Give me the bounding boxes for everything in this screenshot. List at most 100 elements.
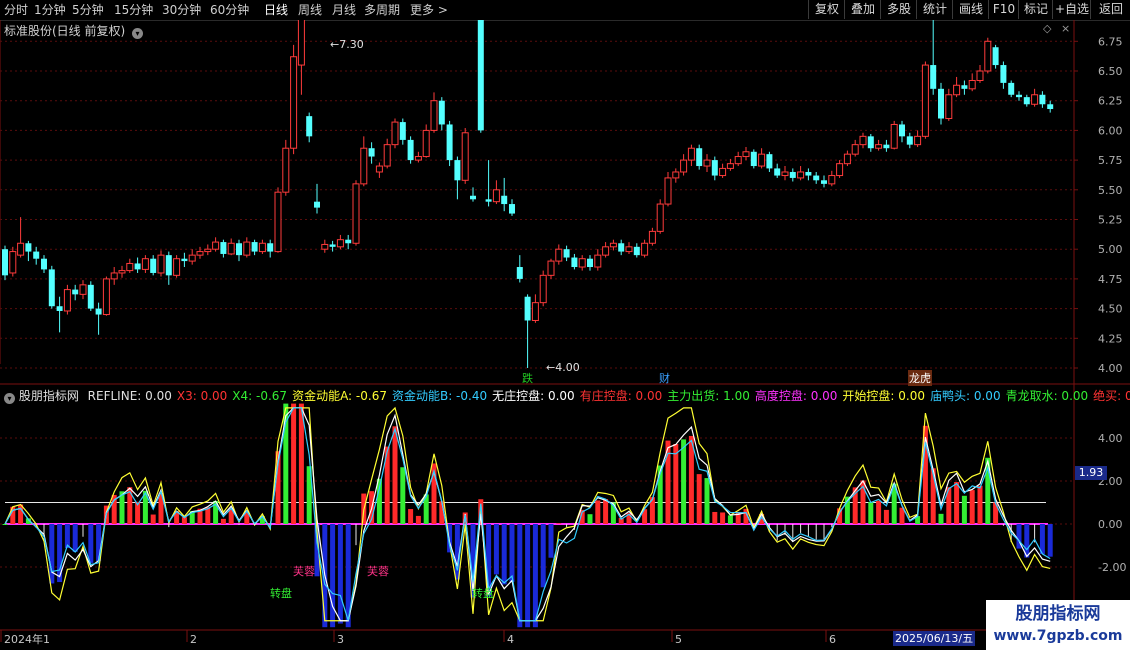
candle-body xyxy=(399,122,406,140)
candle-body xyxy=(758,153,766,167)
candle-body xyxy=(875,144,883,149)
candle-body xyxy=(306,116,313,137)
candle-body xyxy=(87,284,94,309)
histogram-bar xyxy=(88,524,94,563)
period-tab[interactable]: 周线 xyxy=(298,1,322,19)
candle-body xyxy=(696,148,703,167)
candle-body xyxy=(664,177,672,205)
toolbar-button[interactable]: 多股 xyxy=(880,0,917,19)
toolbar-button[interactable]: 画线 xyxy=(952,0,989,19)
histogram-bar xyxy=(823,524,825,541)
candle-body xyxy=(703,159,711,167)
candle-body xyxy=(227,242,235,255)
candle-body xyxy=(734,156,742,165)
period-tab[interactable]: 30分钟 xyxy=(162,1,201,19)
candle-body xyxy=(501,195,508,205)
legend-item: REFLINE: 0.00 xyxy=(87,389,172,403)
candle-body xyxy=(938,88,944,119)
candle-body xyxy=(1031,94,1039,105)
candle-body xyxy=(95,308,102,315)
period-tab[interactable]: 月线 xyxy=(332,1,356,19)
candle-body xyxy=(883,144,890,149)
candle-body xyxy=(859,135,867,146)
histogram-bar xyxy=(525,524,531,628)
candle-body xyxy=(516,267,523,279)
candle-body xyxy=(258,242,266,253)
period-tab[interactable]: 15分钟 xyxy=(114,1,153,19)
candle-body xyxy=(282,147,290,193)
candle-body xyxy=(391,121,399,146)
period-tab[interactable]: 多周期 xyxy=(364,1,400,19)
histogram-bar xyxy=(238,524,240,525)
candle-body xyxy=(102,278,110,316)
candle-body xyxy=(345,239,352,244)
histogram-bar xyxy=(57,524,63,583)
period-tab[interactable]: 5分钟 xyxy=(72,1,104,19)
candle-body xyxy=(220,242,227,254)
histogram-bar xyxy=(595,500,601,524)
toolbar-button[interactable]: 叠加 xyxy=(844,0,881,19)
collapse-icon[interactable]: ◇ xyxy=(1043,22,1051,35)
candle-body xyxy=(789,171,796,178)
price-tick-label: 5.50 xyxy=(1098,184,1123,197)
legend-item: 高度控盘: 0.00 xyxy=(754,389,838,403)
histogram-bar xyxy=(776,524,778,541)
close-icon[interactable]: × xyxy=(1061,22,1070,35)
candle-body xyxy=(492,189,500,203)
price-tick-label: 4.75 xyxy=(1098,273,1123,286)
candle-body xyxy=(360,147,368,185)
legend-item: 青龙取水: 0.00 xyxy=(1005,389,1089,403)
histogram-bar xyxy=(540,524,546,588)
chart-title-row: 标准股份(日线 前复权) ▾ xyxy=(4,22,144,39)
low-price-value: 4.00 xyxy=(555,361,580,374)
period-tab[interactable]: 60分钟 xyxy=(210,1,249,19)
toolbar-button[interactable]: 统计 xyxy=(916,0,953,19)
histogram-bar xyxy=(603,499,609,524)
candle-body xyxy=(618,243,625,252)
event-marker-finance[interactable]: 财 xyxy=(659,370,670,386)
candle-body xyxy=(781,171,789,177)
candle-body xyxy=(672,171,680,179)
candle-body xyxy=(454,160,461,181)
histogram-bar xyxy=(1047,524,1053,557)
period-tab[interactable]: 更多 > xyxy=(410,1,448,19)
time-label: 5 xyxy=(675,633,682,646)
histogram-bar xyxy=(355,524,357,546)
period-tab[interactable]: 1分钟 xyxy=(34,1,66,19)
histogram-bar xyxy=(681,439,687,524)
candle-body xyxy=(641,242,649,256)
toolbar-button[interactable]: 标记 xyxy=(1018,0,1053,19)
price-tick-label: 5.75 xyxy=(1098,154,1123,167)
toolbar-button[interactable]: 返回 xyxy=(1090,0,1130,19)
candle-body xyxy=(961,85,968,89)
candle-body xyxy=(797,171,805,179)
candle-body xyxy=(843,153,851,165)
toolbar-button[interactable]: 复权 xyxy=(808,0,845,19)
event-marker-dragon-tiger[interactable]: 龙虎 xyxy=(908,370,932,386)
toolbar-button[interactable]: +自选 xyxy=(1052,0,1091,19)
candle-body xyxy=(687,147,695,161)
indicator-histogram xyxy=(2,403,1053,628)
candle-body xyxy=(2,249,8,276)
candle-body xyxy=(547,260,555,276)
toolbar-button[interactable]: F10 xyxy=(988,0,1019,19)
time-label: 6 xyxy=(829,633,836,646)
period-tab[interactable]: 分时 xyxy=(4,1,28,19)
indicator-tick-label: 0.00 xyxy=(1098,518,1123,531)
histogram-bar xyxy=(150,514,156,524)
candle-body xyxy=(314,201,320,208)
chevron-down-icon[interactable]: ▾ xyxy=(4,393,15,404)
low-price-label: ←4.00 xyxy=(546,361,580,374)
signal-label: 芙蓉 xyxy=(293,565,315,578)
legend-item: 开始控盘: 0.00 xyxy=(842,389,925,403)
price-tick-label: 5.25 xyxy=(1098,214,1123,227)
period-tab[interactable]: 日线 xyxy=(264,1,288,19)
period-toolbar: 分时 1分钟 5分钟 15分钟 30分钟 60分钟 日线 周线 月线 多周期 更多 > 复权 叠加 多股… xyxy=(0,0,1130,21)
event-marker-fall[interactable]: 跌 xyxy=(522,370,533,386)
chevron-down-icon[interactable]: ▾ xyxy=(132,28,144,39)
candle-body xyxy=(329,244,336,247)
histogram-bar xyxy=(501,524,507,585)
indicator-name[interactable]: 股朋指标网 xyxy=(19,389,79,403)
histogram-bar xyxy=(784,524,786,534)
indicator-tick-label: -2.00 xyxy=(1098,561,1126,574)
